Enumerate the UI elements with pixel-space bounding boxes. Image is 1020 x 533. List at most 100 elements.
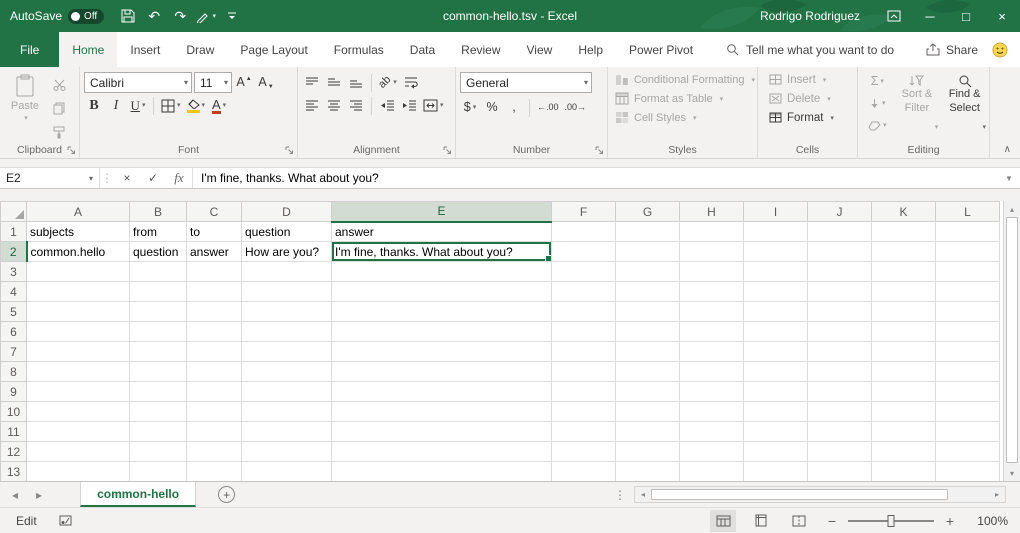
cell-C6[interactable] bbox=[187, 322, 242, 342]
cell-I9[interactable] bbox=[744, 382, 808, 402]
cell-H7[interactable] bbox=[680, 342, 744, 362]
cell-A10[interactable] bbox=[27, 402, 130, 422]
cell-I13[interactable] bbox=[744, 462, 808, 482]
cell-H3[interactable] bbox=[680, 262, 744, 282]
cell-J8[interactable] bbox=[808, 362, 872, 382]
orientation-button[interactable]: ab▾ bbox=[377, 72, 399, 93]
cell-D1[interactable]: question bbox=[242, 222, 332, 242]
column-header-J[interactable]: J bbox=[808, 202, 872, 222]
cell-D8[interactable] bbox=[242, 362, 332, 382]
cell-E11[interactable] bbox=[332, 422, 552, 442]
shrink-font-button[interactable]: A▼ bbox=[256, 72, 276, 93]
sheet-tab-common-hello[interactable]: common-hello bbox=[80, 482, 196, 507]
cell-K10[interactable] bbox=[872, 402, 936, 422]
cell-E3[interactable] bbox=[332, 262, 552, 282]
cell-E4[interactable] bbox=[332, 282, 552, 302]
cell-H8[interactable] bbox=[680, 362, 744, 382]
cell-K12[interactable] bbox=[872, 442, 936, 462]
cell-J2[interactable] bbox=[808, 242, 872, 262]
cell-H13[interactable] bbox=[680, 462, 744, 482]
cell-A5[interactable] bbox=[27, 302, 130, 322]
tab-data[interactable]: Data bbox=[397, 32, 448, 67]
zoom-slider[interactable] bbox=[848, 512, 934, 530]
fill-button[interactable]: ▾ bbox=[863, 93, 892, 114]
cell-E13[interactable] bbox=[332, 462, 552, 482]
row-header-5[interactable]: 5 bbox=[1, 302, 27, 322]
font-size-select[interactable]: 11 ▾ bbox=[194, 72, 232, 93]
ribbon-display-options-button[interactable] bbox=[876, 0, 912, 32]
cell-D13[interactable] bbox=[242, 462, 332, 482]
row-header-12[interactable]: 12 bbox=[1, 442, 27, 462]
tab-scroll-splitter[interactable]: ⋮ bbox=[606, 482, 634, 507]
font-dialog-launcher[interactable] bbox=[285, 146, 294, 155]
cell-L6[interactable] bbox=[936, 322, 1000, 342]
column-header-E[interactable]: E bbox=[332, 202, 552, 222]
formula-input[interactable]: I'm fine, thanks. What about you? bbox=[192, 168, 998, 188]
decrease-decimal-button[interactable]: .00→ bbox=[563, 97, 589, 118]
cell-B7[interactable] bbox=[130, 342, 187, 362]
cell-E1[interactable]: answer bbox=[332, 222, 552, 242]
cell-L3[interactable] bbox=[936, 262, 1000, 282]
cell-K6[interactable] bbox=[872, 322, 936, 342]
cell-K1[interactable] bbox=[872, 222, 936, 242]
cell-K7[interactable] bbox=[872, 342, 936, 362]
cell-F7[interactable] bbox=[552, 342, 616, 362]
macro-record-button[interactable] bbox=[59, 515, 72, 526]
vertical-scroll-thumb[interactable] bbox=[1006, 217, 1018, 463]
clipboard-dialog-launcher[interactable] bbox=[67, 146, 76, 155]
cell-A6[interactable] bbox=[27, 322, 130, 342]
cell-L9[interactable] bbox=[936, 382, 1000, 402]
cell-D10[interactable] bbox=[242, 402, 332, 422]
cell-H2[interactable] bbox=[680, 242, 744, 262]
cell-B6[interactable] bbox=[130, 322, 187, 342]
cell-A2[interactable]: common.hello bbox=[27, 242, 130, 262]
cell-L13[interactable] bbox=[936, 462, 1000, 482]
previous-sheet-button[interactable]: ◂ bbox=[12, 488, 18, 502]
cell-E6[interactable] bbox=[332, 322, 552, 342]
cell-I4[interactable] bbox=[744, 282, 808, 302]
cell-H10[interactable] bbox=[680, 402, 744, 422]
name-box[interactable]: E2 ▾ bbox=[0, 168, 100, 188]
column-header-L[interactable]: L bbox=[936, 202, 1000, 222]
cell-I6[interactable] bbox=[744, 322, 808, 342]
cell-G2[interactable] bbox=[616, 242, 680, 262]
autosave-toggle[interactable]: AutoSave Off bbox=[10, 9, 104, 24]
cell-C3[interactable] bbox=[187, 262, 242, 282]
cell-D6[interactable] bbox=[242, 322, 332, 342]
inking-button[interactable]: ▾ bbox=[194, 3, 218, 29]
cancel-button[interactable]: × bbox=[114, 168, 140, 188]
cell-B2[interactable]: question bbox=[130, 242, 187, 262]
alignment-dialog-launcher[interactable] bbox=[443, 146, 452, 155]
cell-F2[interactable] bbox=[552, 242, 616, 262]
expand-formula-bar-button[interactable]: ▼ bbox=[998, 168, 1020, 188]
cell-D4[interactable] bbox=[242, 282, 332, 302]
scroll-down-button[interactable]: ▾ bbox=[1004, 465, 1020, 481]
cell-K4[interactable] bbox=[872, 282, 936, 302]
cell-I3[interactable] bbox=[744, 262, 808, 282]
find-select-button[interactable]: Find & Select ▾ bbox=[942, 71, 987, 136]
cell-E12[interactable] bbox=[332, 442, 552, 462]
cell-E8[interactable] bbox=[332, 362, 552, 382]
cell-J1[interactable] bbox=[808, 222, 872, 242]
row-header-6[interactable]: 6 bbox=[1, 322, 27, 342]
cell-F12[interactable] bbox=[552, 442, 616, 462]
page-layout-view-button[interactable] bbox=[748, 510, 774, 532]
row-header-3[interactable]: 3 bbox=[1, 262, 27, 282]
cell-G9[interactable] bbox=[616, 382, 680, 402]
zoom-slider-thumb[interactable] bbox=[888, 515, 895, 527]
tab-help[interactable]: Help bbox=[565, 32, 616, 67]
cell-F13[interactable] bbox=[552, 462, 616, 482]
cell-K9[interactable] bbox=[872, 382, 936, 402]
row-header-7[interactable]: 7 bbox=[1, 342, 27, 362]
select-all-button[interactable] bbox=[1, 202, 27, 222]
cell-K2[interactable] bbox=[872, 242, 936, 262]
column-header-F[interactable]: F bbox=[552, 202, 616, 222]
cell-E9[interactable] bbox=[332, 382, 552, 402]
zoom-level[interactable]: 100% bbox=[970, 514, 1008, 528]
column-header-A[interactable]: A bbox=[27, 202, 130, 222]
cell-L10[interactable] bbox=[936, 402, 1000, 422]
cell-J9[interactable] bbox=[808, 382, 872, 402]
cell-B5[interactable] bbox=[130, 302, 187, 322]
cell-A12[interactable] bbox=[27, 442, 130, 462]
cell-F11[interactable] bbox=[552, 422, 616, 442]
